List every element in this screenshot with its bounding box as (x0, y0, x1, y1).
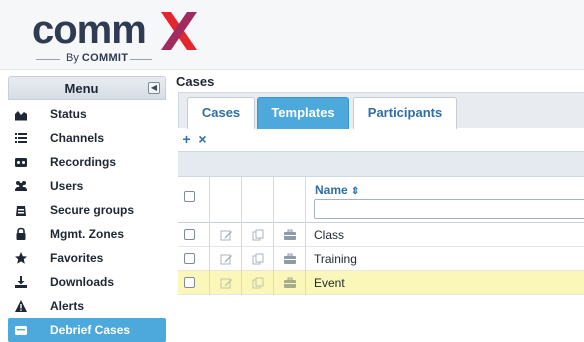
logo-tagline-brand: COMMIT (81, 52, 129, 64)
lock-icon (16, 227, 26, 240)
sidebar-item-mgmt-zones[interactable]: Mgmt. Zones (8, 222, 166, 246)
sidebar-item-label: Channels (50, 131, 105, 145)
sidebar-menu-title: Menu (64, 81, 99, 96)
sort-icon[interactable]: ⇕ (351, 186, 359, 197)
sidebar-item-label: Debrief Cases (50, 323, 131, 337)
star-icon (15, 252, 27, 264)
warning-icon (15, 300, 27, 312)
row-checkbox[interactable] (184, 229, 195, 240)
row-name: Event (314, 276, 345, 290)
tab-participants[interactable]: Participants (353, 97, 457, 129)
copy-icon[interactable] (251, 228, 265, 242)
copy-icon[interactable] (251, 252, 265, 266)
sidebar-item-secure-groups[interactable]: Secure groups (8, 198, 166, 222)
sidebar-item-label: Downloads (50, 275, 115, 289)
users-icon (15, 181, 27, 191)
page-title: Cases (176, 74, 215, 89)
add-button[interactable]: + (180, 132, 193, 146)
grid-header-row: Name ⇕ (178, 177, 584, 223)
app-header: comm By COMMIT (0, 0, 584, 70)
logo-wordmark: comm (32, 8, 147, 52)
sidebar-menu-header: Menu ◀ (8, 76, 166, 100)
logo-x-mark (161, 12, 197, 50)
table-row[interactable]: Class (178, 223, 584, 247)
edit-icon[interactable] (219, 276, 233, 290)
edit-icon[interactable] (219, 252, 233, 266)
row-checkbox[interactable] (184, 253, 195, 264)
tab-bar: Cases Templates Participants (178, 92, 584, 129)
column-header-name-label: Name (315, 183, 348, 197)
commx-logo[interactable]: comm By COMMIT (32, 8, 202, 66)
logo-tagline-prefix: By (66, 52, 79, 64)
sidebar-item-label: Users (50, 179, 84, 193)
briefcase-icon[interactable] (283, 228, 297, 242)
sidebar-item-debrief-cases[interactable]: Debrief Cases (8, 318, 166, 342)
sidebar-item-label: Secure groups (50, 203, 135, 217)
list-icon (15, 133, 27, 143)
folder-icon (15, 326, 27, 335)
sidebar-item-label: Recordings (50, 155, 117, 169)
sidebar-item-recordings[interactable]: Recordings (8, 150, 166, 174)
row-name: Training (314, 252, 357, 266)
chart-icon (15, 111, 27, 121)
logo-tagline: By COMMIT (36, 52, 156, 66)
briefcase-icon[interactable] (283, 276, 297, 290)
tab-cases[interactable]: Cases (187, 97, 255, 129)
sidebar-item-label: Mgmt. Zones (50, 227, 124, 241)
sidebar-item-alerts[interactable]: Alerts (8, 294, 166, 318)
grid-group-band (178, 151, 584, 177)
main-panel: Cases Cases Templates Participants + × N… (176, 70, 584, 340)
edit-icon[interactable] (219, 228, 233, 242)
sidebar-item-channels[interactable]: Channels (8, 126, 166, 150)
name-filter-input[interactable] (314, 199, 584, 219)
tape-icon (15, 158, 27, 167)
sidebar-item-label: Favorites (50, 251, 104, 265)
column-header-name[interactable]: Name ⇕ (315, 183, 359, 197)
sidebar-item-label: Status (50, 107, 87, 121)
chevron-left-icon[interactable]: ◀ (148, 82, 160, 94)
table-row[interactable]: Event (178, 271, 584, 295)
sidebar: Menu ◀ Status Channels Recordings Users … (0, 76, 166, 342)
select-all-checkbox[interactable] (184, 191, 195, 202)
copy-icon[interactable] (251, 276, 265, 290)
table-row[interactable]: Training (178, 247, 584, 271)
row-name: Class (314, 228, 345, 242)
sidebar-item-downloads[interactable]: Downloads (8, 270, 166, 294)
row-checkbox[interactable] (184, 277, 195, 288)
delete-button[interactable]: × (196, 132, 209, 146)
download-icon (15, 276, 27, 288)
grid-toolbar: + × (178, 129, 584, 151)
tab-templates[interactable]: Templates (257, 97, 349, 129)
sidebar-item-label: Alerts (50, 299, 85, 313)
sidebar-item-users[interactable]: Users (8, 174, 166, 198)
briefcase-icon[interactable] (283, 252, 297, 266)
vault-icon (16, 206, 26, 216)
sidebar-item-favorites[interactable]: Favorites (8, 246, 166, 270)
sidebar-item-status[interactable]: Status (8, 102, 166, 126)
